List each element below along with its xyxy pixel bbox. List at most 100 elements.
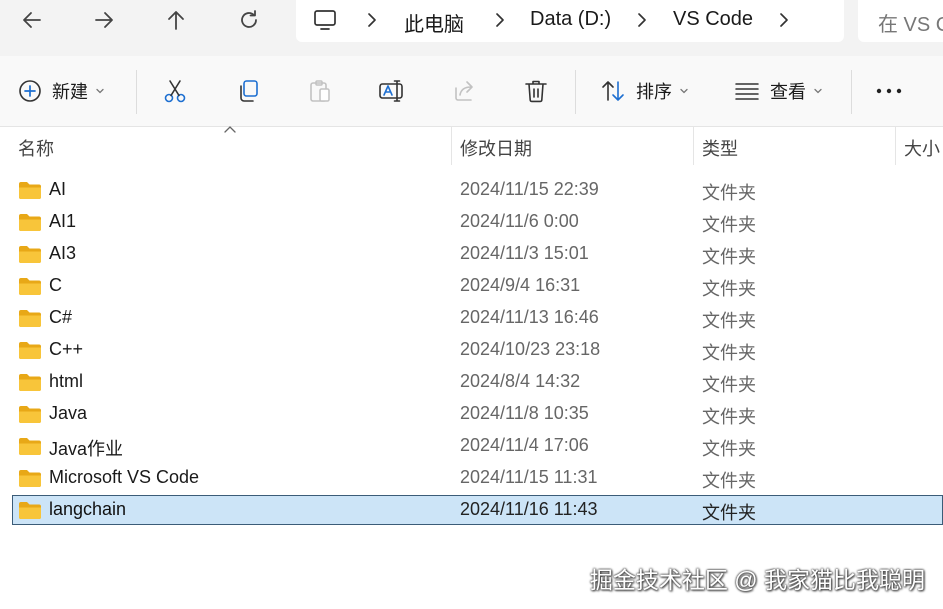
delete-button[interactable] (523, 56, 549, 126)
file-name: html (49, 371, 84, 391)
scissors-icon (164, 80, 186, 103)
chevron-right-icon[interactable] (636, 11, 648, 34)
sort-ascending-icon (224, 126, 236, 133)
file-name: C# (49, 307, 73, 327)
divider (851, 70, 852, 114)
file-type: 文件夹 (702, 407, 756, 427)
folder-icon (19, 278, 41, 295)
file-name: Microsoft VS Code (49, 467, 200, 487)
view-button[interactable]: 查看 (734, 56, 823, 126)
command-bar: 新建 排序 查看 (0, 56, 943, 127)
divider (575, 70, 576, 114)
copy-button[interactable] (235, 56, 261, 126)
file-type: 文件夹 (702, 343, 756, 363)
file-modified: 2024/8/4 14:32 (460, 371, 581, 391)
file-type: 文件夹 (702, 439, 756, 459)
chevron-right-icon[interactable] (778, 11, 790, 34)
monitor-icon[interactable] (312, 7, 338, 38)
file-type: 文件夹 (702, 215, 756, 235)
column-modified[interactable]: 修改日期 (460, 135, 532, 161)
file-name: C (49, 275, 62, 295)
file-row-java[interactable]: Java 2024/11/8 10:35 文件夹 (12, 399, 943, 429)
chevron-right-icon[interactable] (494, 11, 506, 34)
rename-button[interactable] (378, 56, 406, 126)
more-icon (876, 88, 902, 94)
file-type: 文件夹 (702, 503, 756, 523)
file-row-java-homework[interactable]: Java作业 2024/11/4 17:06 文件夹 (12, 431, 943, 461)
back-button[interactable] (14, 4, 50, 36)
rename-icon (379, 80, 403, 102)
arrow-up-icon (168, 11, 184, 30)
file-modified: 2024/10/23 23:18 (460, 339, 601, 359)
sort-button[interactable]: 排序 (600, 56, 689, 126)
arrow-left-icon (23, 12, 41, 28)
file-modified: 2024/9/4 16:31 (460, 275, 581, 295)
column-header: 名称 修改日期 类型 大小 (0, 126, 943, 167)
file-name: langchain (49, 499, 127, 519)
file-modified: 2024/11/4 17:06 (460, 435, 589, 455)
column-divider[interactable] (895, 127, 896, 165)
share-button[interactable] (452, 56, 478, 126)
folder-icon (19, 342, 41, 359)
forward-button[interactable] (86, 4, 122, 36)
refresh-button[interactable] (231, 4, 267, 36)
folder-icon (19, 182, 41, 199)
column-type[interactable]: 类型 (702, 135, 738, 161)
chevron-down-icon (96, 88, 104, 94)
arrow-right-icon (95, 12, 113, 28)
folder-icon (19, 438, 41, 455)
folder-icon (19, 470, 41, 487)
column-divider[interactable] (451, 127, 452, 165)
file-name: AI1 (49, 211, 77, 231)
sort-icon (602, 81, 624, 101)
up-button[interactable] (158, 4, 194, 36)
file-modified: 2024/11/8 10:35 (460, 403, 589, 423)
file-row-ai3[interactable]: AI3 2024/11/3 15:01 文件夹 (12, 239, 943, 269)
column-size[interactable]: 大小 (904, 135, 940, 161)
column-name[interactable]: 名称 (18, 135, 54, 161)
new-label: 新建 (52, 82, 88, 102)
refresh-icon (241, 10, 257, 28)
file-modified: 2024/11/3 15:01 (460, 243, 589, 263)
file-name: C++ (49, 339, 84, 359)
folder-icon (19, 374, 41, 391)
folder-icon (19, 406, 41, 423)
sort-label: 排序 (636, 82, 672, 102)
file-row-ai1[interactable]: AI1 2024/11/6 0:00 文件夹 (12, 207, 943, 237)
file-name: AI3 (49, 243, 77, 263)
file-row-cpp[interactable]: C++ 2024/10/23 23:18 文件夹 (12, 335, 943, 365)
file-modified: 2024/11/15 11:31 (460, 467, 598, 487)
divider (136, 70, 137, 114)
breadcrumb-this-pc[interactable]: 此电脑 (404, 8, 464, 37)
more-options-button[interactable] (875, 56, 903, 126)
file-row-html[interactable]: html 2024/8/4 14:32 文件夹 (12, 367, 943, 397)
file-name: AI (49, 179, 67, 199)
file-row-langchain[interactable]: langchain 2024/11/16 11:43 文件夹 (12, 495, 943, 525)
share-icon (455, 81, 473, 101)
cut-button[interactable] (162, 56, 188, 126)
breadcrumb-drive-d[interactable]: Data (D:) (530, 8, 611, 31)
view-list-icon (735, 83, 759, 100)
file-name: Java作业 (49, 439, 124, 459)
chevron-right-icon[interactable] (366, 11, 378, 34)
file-type: 文件夹 (702, 375, 756, 395)
folder-icon (19, 310, 41, 327)
search-input[interactable]: 在 VS C (858, 0, 943, 42)
folder-icon (19, 246, 41, 263)
file-row-ai[interactable]: AI 2024/11/15 22:39 文件夹 (12, 175, 943, 205)
file-row-csharp[interactable]: C# 2024/11/13 16:46 文件夹 (12, 303, 943, 333)
file-type: 文件夹 (702, 247, 756, 267)
paste-button[interactable] (307, 56, 333, 126)
breadcrumb-vs-code[interactable]: VS Code (673, 8, 753, 31)
file-row-microsoft-vs-code[interactable]: Microsoft VS Code 2024/11/15 11:31 文件夹 (12, 463, 943, 493)
file-row-c[interactable]: C 2024/9/4 16:31 文件夹 (12, 271, 943, 301)
view-label: 查看 (770, 82, 806, 102)
file-modified: 2024/11/13 16:46 (460, 307, 599, 327)
new-button[interactable]: 新建 (18, 56, 105, 126)
file-type: 文件夹 (702, 279, 756, 299)
search-placeholder: 在 VS C (878, 14, 943, 36)
chevron-down-icon (814, 88, 822, 94)
file-modified: 2024/11/6 0:00 (460, 211, 579, 231)
breadcrumb[interactable]: 此电脑 Data (D:) VS Code (296, 0, 844, 42)
column-divider[interactable] (693, 127, 694, 165)
